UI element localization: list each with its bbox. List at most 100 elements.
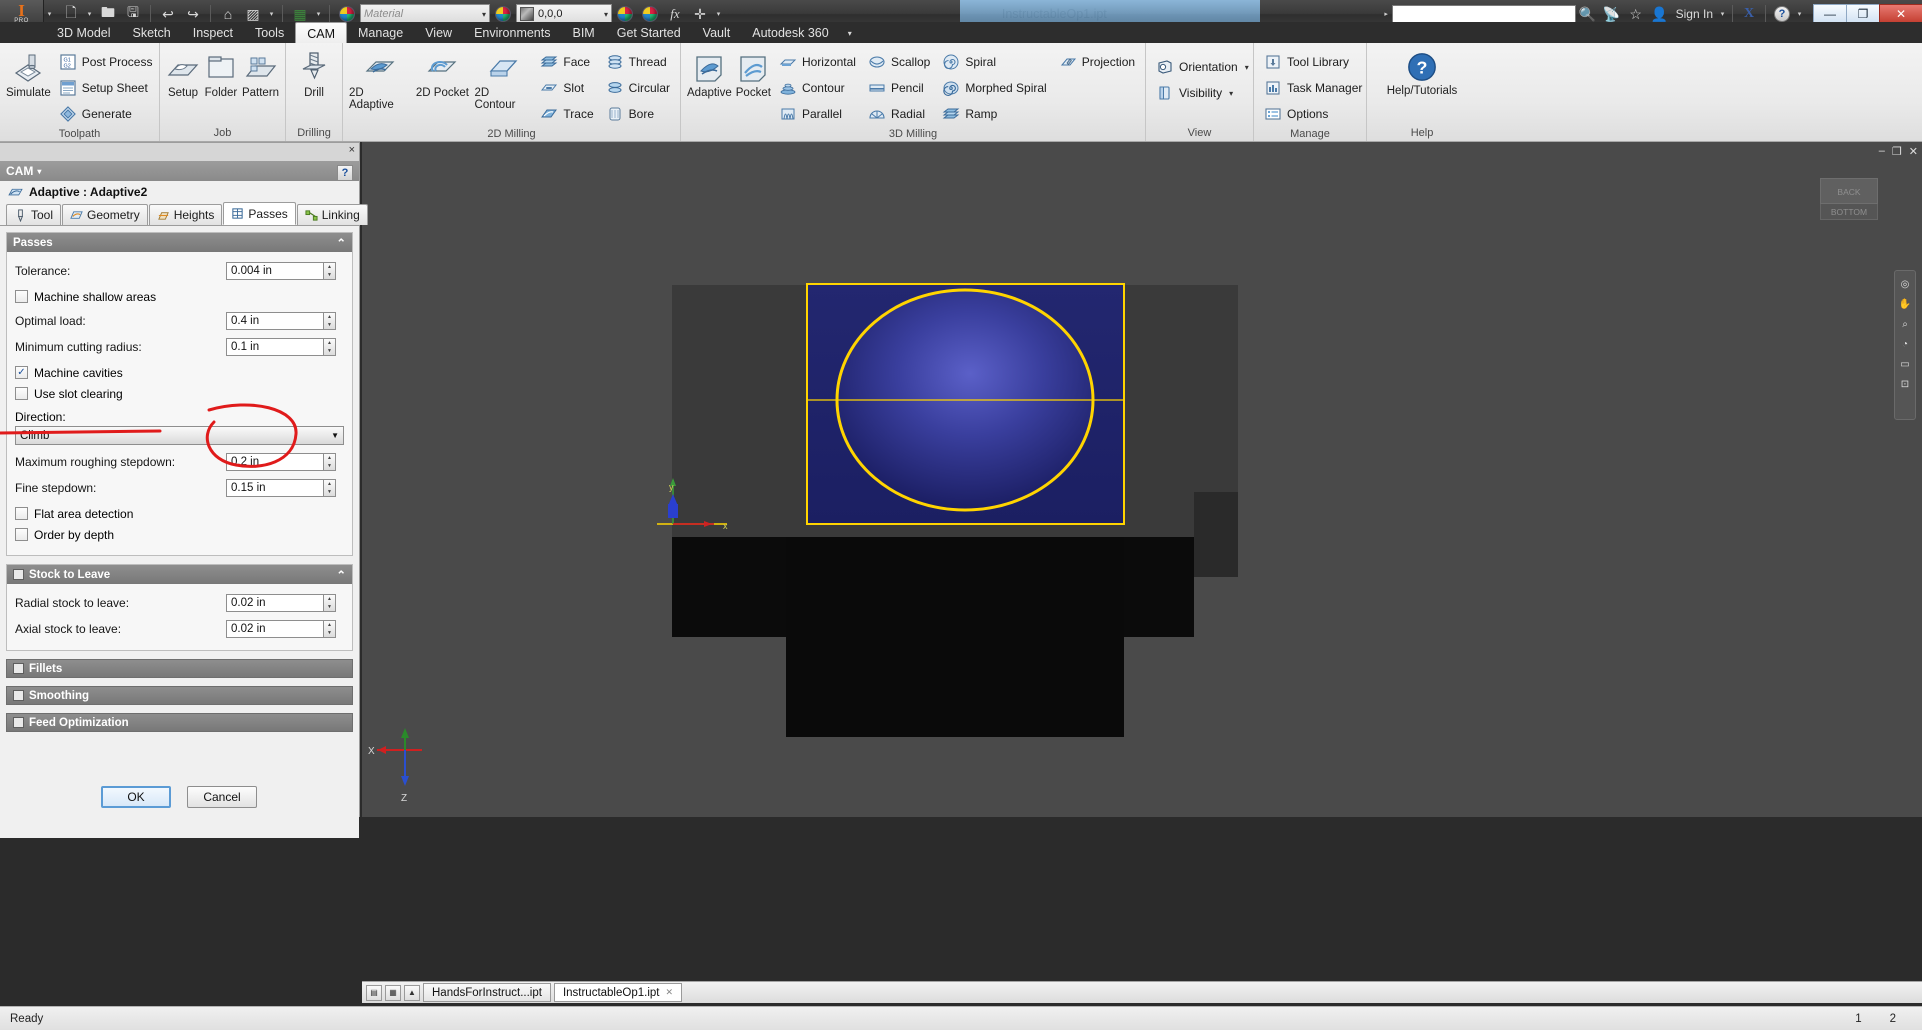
tab-sketch[interactable]: Sketch — [122, 22, 182, 44]
chevron-down-icon-orientation[interactable]: ▾ — [1245, 63, 1249, 72]
stock-to-leave-checkbox[interactable] — [13, 569, 24, 580]
contour-button[interactable]: Contour — [775, 76, 860, 100]
feed-optimization-checkbox[interactable] — [13, 717, 24, 728]
help-tutorials-button[interactable]: ? Help/Tutorials — [1375, 47, 1469, 97]
options-button[interactable]: Options — [1260, 102, 1366, 126]
parallel-button[interactable]: Parallel — [775, 102, 860, 126]
machine-cavities-checkbox[interactable]: ✓ — [15, 366, 28, 379]
section-stock-to-leave-collapse-icon[interactable]: ⌃ — [336, 568, 346, 582]
smoothing-checkbox[interactable] — [13, 690, 24, 701]
spiral-button[interactable]: Spiral — [938, 50, 1050, 74]
tab-tools[interactable]: Tools — [244, 22, 295, 44]
tab-vault[interactable]: Vault — [692, 22, 742, 44]
maximum-roughing-stepdown-input[interactable]: 0.2 in — [226, 453, 324, 471]
adaptive-button[interactable]: Adaptive — [687, 47, 732, 99]
tab-geometry[interactable]: Geometry — [62, 204, 148, 225]
radial-stock-to-leave-input[interactable]: 0.02 in — [226, 594, 324, 612]
tool-library-button[interactable]: Tool Library — [1260, 50, 1366, 74]
optimal-load-field[interactable]: 0.4 in ▲ ▼ — [226, 312, 336, 330]
tab-autodesk-360[interactable]: Autodesk 360 — [741, 22, 839, 44]
2d-adaptive-button[interactable]: 2D Adaptive — [349, 47, 410, 111]
tab-linking[interactable]: Linking — [296, 204, 368, 225]
section-passes-header[interactable]: Passes ⌃ — [7, 233, 352, 252]
ramp-button[interactable]: Ramp — [938, 102, 1050, 126]
pattern-button[interactable]: Pattern — [242, 47, 279, 99]
minimum-cutting-radius-input[interactable]: 0.1 in — [226, 338, 324, 356]
thread-button[interactable]: Thread — [602, 50, 674, 74]
direction-dropdown[interactable]: Climb ▼ — [15, 426, 344, 445]
fillets-checkbox[interactable] — [13, 663, 24, 674]
visibility-button[interactable]: Visibility ▾ — [1152, 81, 1253, 105]
scallop-button[interactable]: Scallop — [864, 50, 934, 74]
minimum-cutting-radius-stepper[interactable]: ▲ ▼ — [324, 338, 336, 356]
bore-button[interactable]: Bore — [602, 102, 674, 126]
doctab-view2-button[interactable]: ▦ — [385, 984, 401, 1001]
section-fillets[interactable]: Fillets — [6, 659, 353, 678]
radial-stock-to-leave-stepper[interactable]: ▲ ▼ — [324, 594, 336, 612]
morphed-spiral-button[interactable]: Morphed Spiral — [938, 76, 1050, 100]
setup-button[interactable]: Setup — [166, 47, 200, 99]
folder-button[interactable]: Folder — [204, 47, 238, 99]
face-button[interactable]: Face — [536, 50, 597, 74]
chevron-down-icon-cam[interactable]: ▾ — [37, 167, 41, 176]
trace-button[interactable]: Trace — [536, 102, 597, 126]
doctab-scroll-up-button[interactable]: ▲ — [404, 984, 420, 1001]
row-use-slot-clearing[interactable]: Use slot clearing — [15, 383, 344, 404]
section-stock-to-leave-header[interactable]: Stock to Leave ⌃ — [7, 565, 352, 584]
use-slot-clearing-checkbox[interactable] — [15, 387, 28, 400]
simulate-button[interactable]: Simulate — [6, 47, 51, 99]
section-smoothing[interactable]: Smoothing — [6, 686, 353, 705]
drill-button[interactable]: Drill — [292, 47, 336, 99]
row-machine-cavities[interactable]: ✓ Machine cavities — [15, 362, 344, 383]
optimal-load-stepper[interactable]: ▲ ▼ — [324, 312, 336, 330]
search-input[interactable] — [1391, 4, 1576, 24]
tab-passes[interactable]: Passes — [223, 202, 296, 225]
tab-view[interactable]: View — [414, 22, 463, 44]
tab-cam[interactable]: CAM — [295, 22, 347, 44]
graphics-viewport[interactable]: – ❐ ✕ BACK BOTTOM ◎ ✋ ⌕ ◔ ▭ ⊡ y x X Z — [362, 142, 1922, 817]
material-dropdown[interactable]: Material ▾ — [360, 4, 490, 24]
pocket-button[interactable]: Pocket — [736, 47, 771, 99]
cancel-button[interactable]: Cancel — [187, 786, 257, 808]
panel-help-button[interactable]: ? — [337, 165, 353, 181]
panel-close-button[interactable]: × — [349, 144, 355, 156]
post-process-button[interactable]: G1 G2 Post Process — [55, 50, 157, 74]
tab-get-started[interactable]: Get Started — [606, 22, 692, 44]
axial-stock-to-leave-field[interactable]: 0.02 in ▲ ▼ — [226, 620, 336, 638]
horizontal-button[interactable]: Horizontal — [775, 50, 860, 74]
row-order-by-depth[interactable]: Order by depth — [15, 524, 344, 545]
tab-bim[interactable]: BIM — [562, 22, 606, 44]
appearance-dropdown[interactable]: 0,0,0 ▾ — [516, 4, 612, 24]
maximum-roughing-stepdown-field[interactable]: 0.2 in ▲ ▼ — [226, 453, 336, 471]
axial-stock-to-leave-stepper[interactable]: ▲ ▼ — [324, 620, 336, 638]
ok-button[interactable]: OK — [101, 786, 171, 808]
tab-heights[interactable]: Heights — [148, 204, 223, 225]
flat-area-detection-checkbox[interactable] — [15, 507, 28, 520]
tolerance-field[interactable]: 0.004 in ▲ ▼ — [226, 262, 336, 280]
generate-button[interactable]: Generate — [55, 102, 157, 126]
projection-button[interactable]: Projection — [1055, 50, 1139, 74]
section-feed-optimization[interactable]: Feed Optimization — [6, 713, 353, 732]
2d-pocket-button[interactable]: 2D Pocket — [414, 47, 470, 99]
document-tab-instructable[interactable]: InstructableOp1.ipt ✕ — [553, 983, 683, 1002]
close-icon[interactable]: ✕ — [665, 987, 673, 998]
maximum-roughing-stepdown-stepper[interactable]: ▲ ▼ — [324, 453, 336, 471]
minimum-cutting-radius-field[interactable]: 0.1 in ▲ ▼ — [226, 338, 336, 356]
ribbon-overflow-caret-icon[interactable]: ▾ — [840, 22, 860, 44]
radial-stock-to-leave-field[interactable]: 0.02 in ▲ ▼ — [226, 594, 336, 612]
tab-inspect[interactable]: Inspect — [182, 22, 244, 44]
axial-stock-to-leave-input[interactable]: 0.02 in — [226, 620, 324, 638]
radial-button[interactable]: Radial — [864, 102, 934, 126]
fine-stepdown-field[interactable]: 0.15 in ▲ ▼ — [226, 479, 336, 497]
orientation-button[interactable]: Orientation ▾ — [1152, 55, 1253, 79]
pencil-button[interactable]: Pencil — [864, 76, 934, 100]
order-by-depth-checkbox[interactable] — [15, 528, 28, 541]
slot-button[interactable]: Slot — [536, 76, 597, 100]
fine-stepdown-input[interactable]: 0.15 in — [226, 479, 324, 497]
document-tab-hands[interactable]: HandsForInstruct...ipt — [423, 983, 551, 1002]
tolerance-input[interactable]: 0.004 in — [226, 262, 324, 280]
doctab-view1-button[interactable]: ▤ — [366, 984, 382, 1001]
row-flat-area-detection[interactable]: Flat area detection — [15, 503, 344, 524]
chevron-down-icon-visibility[interactable]: ▾ — [1229, 89, 1233, 98]
tab-manage[interactable]: Manage — [347, 22, 414, 44]
